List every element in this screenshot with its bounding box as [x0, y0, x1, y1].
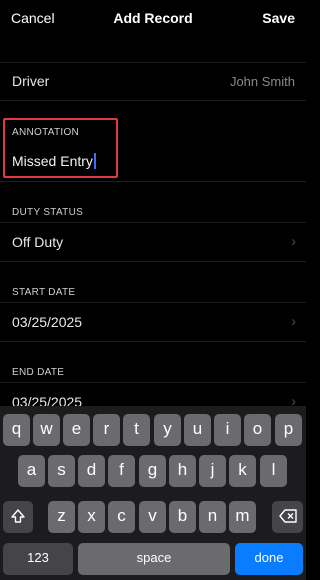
key-e[interactable]: e [63, 414, 90, 446]
space-key[interactable]: space [78, 543, 230, 575]
delete-icon [278, 509, 297, 523]
key-n[interactable]: n [199, 501, 226, 533]
shift-icon [11, 509, 25, 523]
key-y[interactable]: y [154, 414, 181, 446]
save-button[interactable]: Save [262, 10, 295, 26]
driver-value: John Smith [229, 74, 295, 89]
start-date-row[interactable]: 03/25/2025 › [0, 303, 306, 341]
key-u[interactable]: u [184, 414, 211, 446]
key-k[interactable]: k [229, 455, 256, 487]
done-key[interactable]: done [235, 543, 303, 575]
start-date-value: 03/25/2025 [12, 314, 83, 330]
key-p[interactable]: p [275, 414, 302, 446]
annotation-label: ANNOTATION [12, 127, 80, 138]
key-s[interactable]: s [48, 455, 75, 487]
duty-status-row[interactable]: Off Duty › [0, 223, 306, 261]
key-c[interactable]: c [108, 501, 135, 533]
key-b[interactable]: b [169, 501, 196, 533]
key-z[interactable]: z [48, 501, 75, 533]
end-date-label: END DATE [12, 367, 65, 378]
duty-status-value: Off Duty [12, 234, 64, 250]
divider [0, 261, 306, 262]
divider [0, 100, 306, 101]
driver-row[interactable]: Driver John Smith [0, 62, 306, 100]
key-x[interactable]: x [78, 501, 105, 533]
divider [0, 341, 306, 342]
key-a[interactable]: a [18, 455, 45, 487]
key-g[interactable]: g [139, 455, 166, 487]
shift-key[interactable] [3, 501, 33, 533]
key-h[interactable]: h [169, 455, 196, 487]
annotation-field[interactable]: Missed Entry [12, 153, 96, 169]
key-f[interactable]: f [108, 455, 135, 487]
numbers-key[interactable]: 123 [3, 543, 73, 575]
key-m[interactable]: m [229, 501, 256, 533]
chevron-right-icon: › [291, 313, 296, 330]
nav-bar: Cancel Add Record Save [0, 0, 306, 36]
key-t[interactable]: t [123, 414, 150, 446]
text-cursor [93, 153, 96, 169]
page-title: Add Record [113, 10, 193, 26]
annotation-value: Missed Entry [12, 153, 93, 169]
chevron-right-icon: › [291, 233, 296, 250]
key-q[interactable]: q [3, 414, 30, 446]
key-v[interactable]: v [139, 501, 166, 533]
key-w[interactable]: w [33, 414, 60, 446]
key-r[interactable]: r [93, 414, 120, 446]
driver-label: Driver [12, 73, 50, 89]
divider [0, 181, 306, 182]
key-d[interactable]: d [78, 455, 105, 487]
key-j[interactable]: j [199, 455, 226, 487]
key-l[interactable]: l [260, 455, 287, 487]
duty-status-label: DUTY STATUS [12, 207, 84, 218]
key-o[interactable]: o [244, 414, 271, 446]
start-date-label: START DATE [12, 287, 76, 298]
delete-key[interactable] [272, 501, 303, 533]
key-i[interactable]: i [214, 414, 241, 446]
keyboard: q w e r t y u i o p a s d f g h j k l z … [0, 406, 306, 580]
